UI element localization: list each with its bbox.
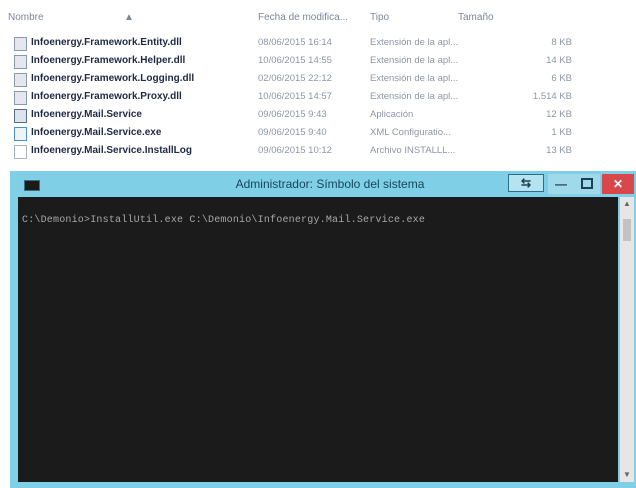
file-row[interactable]: Infoenergy.Mail.Service 09/06/2015 9:43 Ap… <box>0 106 636 124</box>
scroll-thumb[interactable] <box>623 219 631 241</box>
column-type-header[interactable]: Tipo <box>370 12 389 23</box>
restore-down-icon[interactable]: ⇆ <box>508 174 544 192</box>
column-size-header[interactable]: Tamaño <box>458 12 494 23</box>
sort-ascending-icon: ▲ <box>124 12 134 23</box>
file-size: 6 KB <box>551 73 572 84</box>
file-row[interactable]: Infoenergy.Framework.Entity.dll 08/06/201… <box>0 34 636 52</box>
file-list: Infoenergy.Framework.Entity.dll 08/06/201… <box>0 34 636 160</box>
file-date: 10/06/2015 14:55 <box>258 55 332 66</box>
scroll-down-icon[interactable]: ▼ <box>620 468 634 482</box>
file-name: Infoenergy.Framework.Logging.dll <box>31 73 195 84</box>
file-size: 8 KB <box>551 37 572 48</box>
file-date: 09/06/2015 9:43 <box>258 109 327 120</box>
file-type: Extensión de la apl... <box>370 91 459 102</box>
file-name: Infoenergy.Mail.Service <box>31 109 142 120</box>
cmd-window-title: Administrador: Símbolo del sistema <box>235 177 425 191</box>
console-command-line: C:\Demonio>InstallUtil.exe C:\Demonio\In… <box>22 215 426 226</box>
file-row[interactable]: Infoenergy.Framework.Logging.dll 02/06/20… <box>0 70 636 88</box>
file-name: Infoenergy.Framework.Entity.dll <box>31 37 182 48</box>
dll-icon <box>14 91 27 105</box>
console-output[interactable]: C:\Demonio>InstallUtil.exe C:\Demonio\In… <box>18 197 618 482</box>
file-type: Extensión de la apl... <box>370 55 459 66</box>
file-row[interactable]: Infoenergy.Mail.Service.exe 09/06/2015 9:… <box>0 124 636 142</box>
file-size: 12 KB <box>546 109 572 120</box>
file-date: 09/06/2015 9:40 <box>258 127 327 138</box>
file-type: Extensión de la apl... <box>370 73 459 84</box>
cmd-app-icon[interactable] <box>24 180 40 191</box>
file-type: Aplicación <box>370 109 414 120</box>
file-size: 14 KB <box>546 55 572 66</box>
dll-icon <box>14 55 27 69</box>
file-type: Archivo INSTALLL... <box>370 145 456 156</box>
cmd-titlebar[interactable]: Administrador: Símbolo del sistema ⇆ — ✕ <box>10 171 636 197</box>
file-size: 13 KB <box>546 145 572 156</box>
file-type: Extensión de la apl... <box>370 37 459 48</box>
log-icon <box>14 145 27 159</box>
close-button[interactable]: ✕ <box>602 174 634 194</box>
column-name-header[interactable]: Nombre <box>8 12 44 23</box>
file-date: 08/06/2015 16:14 <box>258 37 332 48</box>
minimize-button[interactable]: — <box>548 174 574 194</box>
file-date: 02/06/2015 22:12 <box>258 73 332 84</box>
maximize-button[interactable] <box>574 174 600 194</box>
file-date: 09/06/2015 10:12 <box>258 145 332 156</box>
file-explorer: Nombre ▲ Fecha de modifica... Tipo Tamañ… <box>0 0 636 170</box>
exe-icon <box>14 109 27 123</box>
file-name: Infoenergy.Mail.Service.exe <box>31 127 162 138</box>
config-icon <box>14 127 27 141</box>
file-name: Infoenergy.Framework.Helper.dll <box>31 55 186 66</box>
file-size: 1.514 KB <box>532 91 572 102</box>
dll-icon <box>14 37 27 51</box>
command-prompt-window: Administrador: Símbolo del sistema ⇆ — ✕… <box>10 171 636 488</box>
column-date-header[interactable]: Fecha de modifica... <box>258 12 348 23</box>
file-date: 10/06/2015 14:57 <box>258 91 332 102</box>
column-headers: Nombre ▲ Fecha de modifica... Tipo Tamañ… <box>0 0 636 34</box>
file-row[interactable]: Infoenergy.Framework.Helper.dll 10/06/201… <box>0 52 636 70</box>
scroll-up-icon[interactable]: ▲ <box>620 197 634 211</box>
vertical-scrollbar[interactable]: ▲ ▼ <box>620 197 634 482</box>
maximize-icon <box>581 178 593 189</box>
file-type: XML Configuratio... <box>370 127 451 138</box>
file-name: Infoenergy.Mail.Service.InstallLog <box>31 145 192 156</box>
dll-icon <box>14 73 27 87</box>
file-name: Infoenergy.Framework.Proxy.dll <box>31 91 182 102</box>
file-row[interactable]: Infoenergy.Mail.Service.InstallLog 09/06/… <box>0 142 636 160</box>
file-size: 1 KB <box>551 127 572 138</box>
file-row[interactable]: Infoenergy.Framework.Proxy.dll 10/06/2015… <box>0 88 636 106</box>
